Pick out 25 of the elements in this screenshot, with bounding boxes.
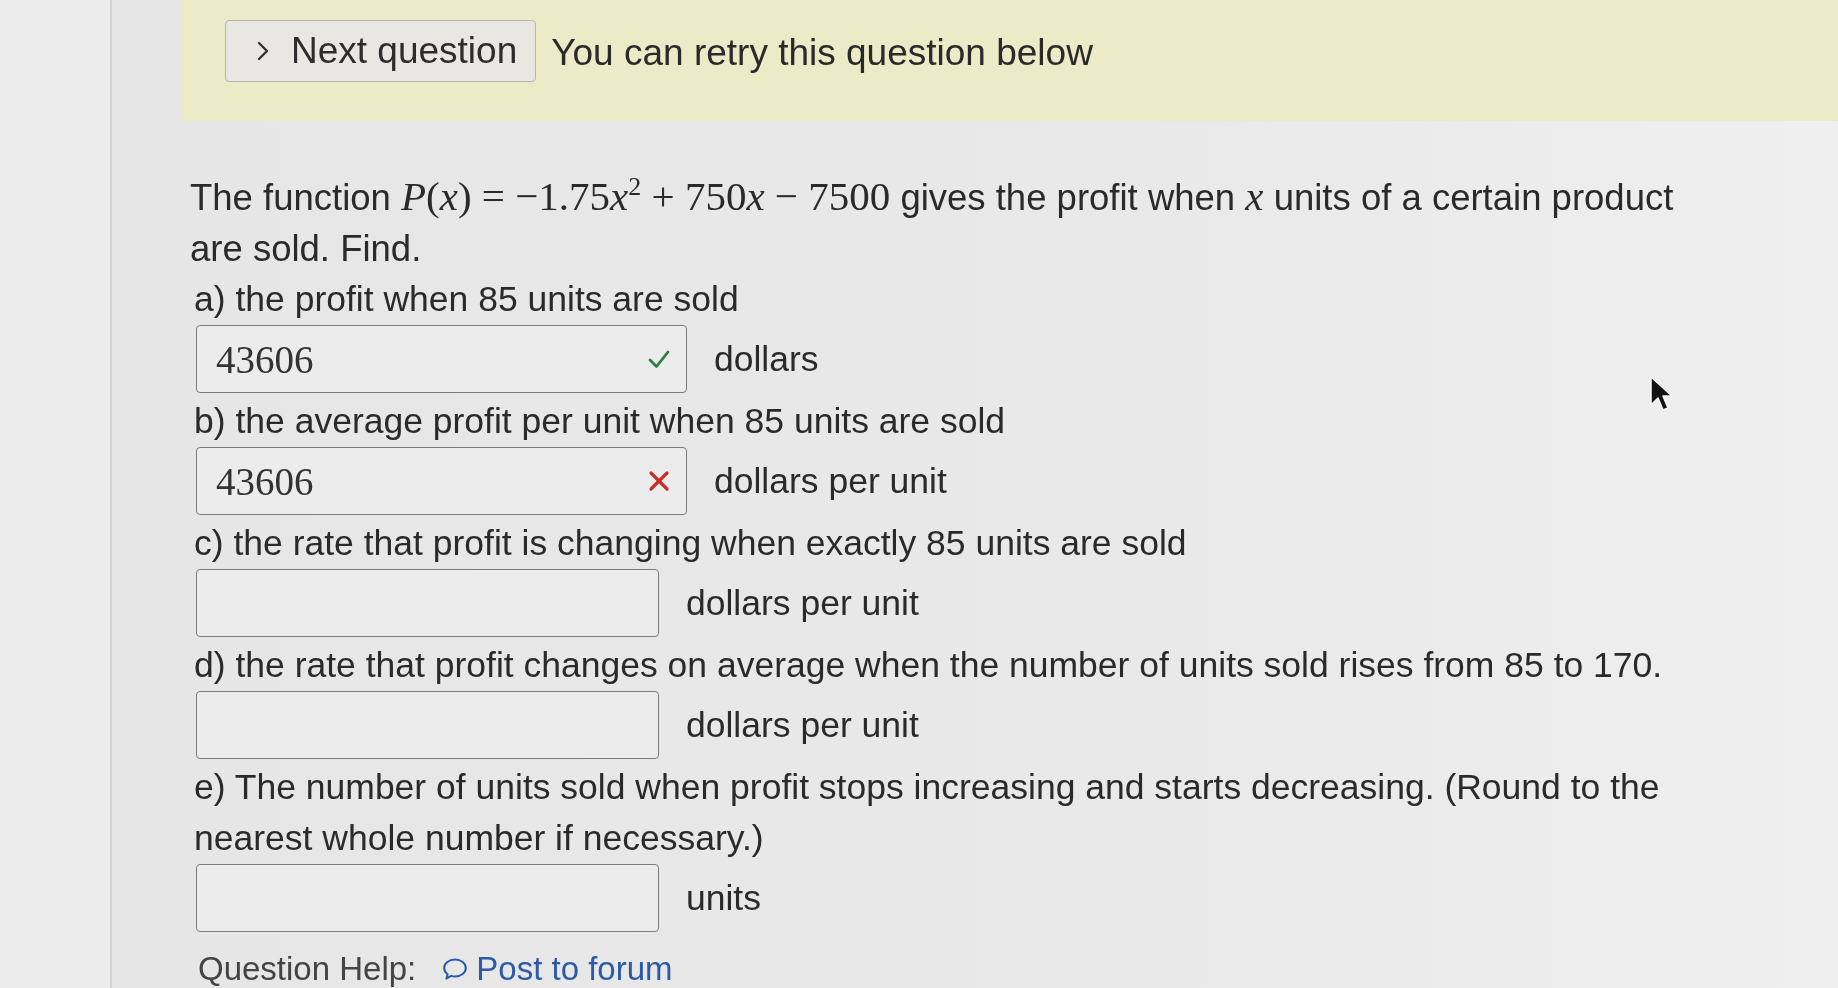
- question-prompt: b) the average profit per unit when 85 units are sold: [193, 400, 1006, 443]
- unit-label: dollars per unit: [686, 582, 919, 624]
- answer-field[interactable]: [196, 864, 659, 932]
- answer-field[interactable]: [196, 691, 659, 759]
- answer-field[interactable]: [196, 569, 659, 637]
- cross-icon: [648, 470, 670, 492]
- post-to-forum-link[interactable]: Post to forum: [442, 950, 673, 988]
- unit-label: dollars per unit: [714, 460, 947, 502]
- question-help-label: Question Help:: [198, 950, 417, 988]
- next-question-button[interactable]: Next question: [225, 20, 537, 82]
- check-icon: [648, 348, 670, 370]
- question-prompt: e) The number of units sold when profit stops increasing and starts decreasing. (Round to the nearest whole number if necessary.): [193, 766, 1661, 860]
- question-prompt: a) the profit when 85 units are sold: [193, 278, 739, 321]
- retry-message: You can retry this question below: [551, 31, 1093, 75]
- unit-label: dollars: [714, 338, 819, 380]
- answer-field[interactable]: 43606: [196, 325, 687, 393]
- question-prompt: d) the rate that profit changes on average when the number of units sold rises from 85 to 170.: [193, 644, 1663, 687]
- speech-bubble-icon: [442, 957, 469, 981]
- unit-label: dollars per unit: [686, 704, 919, 746]
- question-prompt: c) the rate that profit is changing when exactly 85 units are sold: [193, 522, 1187, 565]
- unit-label: units: [686, 877, 761, 919]
- question-text: The function P(x) = −1.75x$^{2}$ + 750x − 7500 gives the profit when x units of a certain product are sold. Find.: [190, 171, 1675, 271]
- answer-field[interactable]: 43606: [196, 447, 687, 515]
- cursor-icon: [1649, 375, 1673, 413]
- chevron-icon: [257, 41, 269, 61]
